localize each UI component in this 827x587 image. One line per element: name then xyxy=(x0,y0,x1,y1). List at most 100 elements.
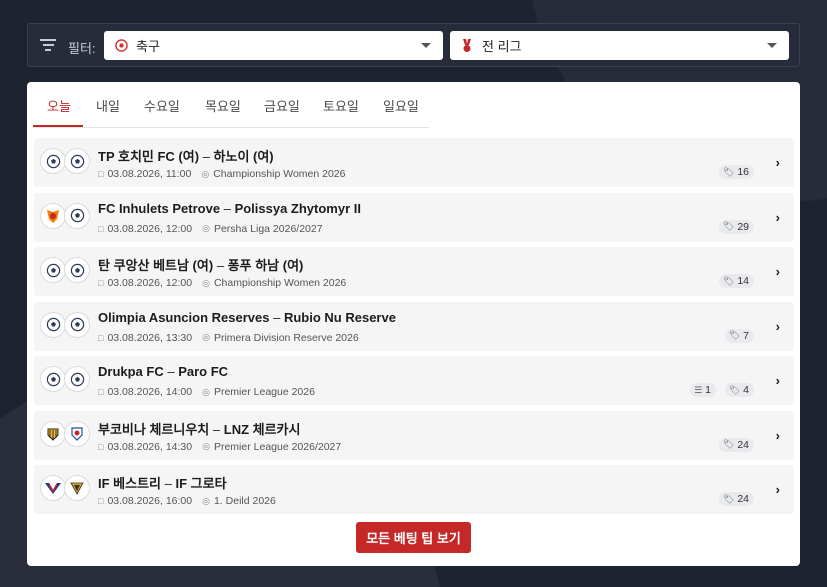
filter-icon[interactable] xyxy=(40,39,56,53)
matches-panel: 오늘 내일 수요일 목요일 금요일 토요일 일요일 TP 호치민 FC (여) … xyxy=(27,82,800,566)
team-crest-icon xyxy=(40,475,66,501)
tips-count: 4 xyxy=(743,384,749,396)
trophy-icon: ◎ xyxy=(202,332,210,342)
home-team: FC Inhulets Petrove xyxy=(98,200,221,216)
match-title[interactable]: 탄 쿠앙산 베트남 (여) – 퐁푸 하남 (여) xyxy=(98,255,303,274)
tips-count: 29 xyxy=(737,220,749,233)
away-team: Paro FC xyxy=(178,364,229,379)
match-datetime: 03.08.2026, 14:30 xyxy=(107,440,193,453)
match-row[interactable]: FC Inhulets Petrove – Polissya Zhytomyr … xyxy=(34,192,794,242)
match-league: Persha Liga 2026/2027 xyxy=(213,222,323,235)
tab-friday[interactable]: 금요일 xyxy=(264,96,300,115)
team-crest-icon xyxy=(64,475,90,501)
match-separator: – xyxy=(164,476,172,491)
match-row[interactable]: IF 베스트리 – IF 그로타 □ 03.08.2026, 16:00 ◎ 1… xyxy=(34,465,794,514)
match-meta: □ 03.08.2026, 16:00 ◎ 1. Deild 2026 xyxy=(98,495,276,507)
chevron-right-icon[interactable]: › xyxy=(776,210,780,225)
tips-count: 24 xyxy=(737,438,749,451)
match-title[interactable]: 부코비나 체르니우치 – LNZ 체르카시 xyxy=(98,419,300,438)
league-select-value: 전 리그 xyxy=(482,39,522,54)
tag-icon: 🏷︎ xyxy=(722,275,735,286)
tab-today[interactable]: 오늘 xyxy=(47,96,71,115)
match-title[interactable]: Drukpa FC – Paro FC xyxy=(98,364,228,379)
home-team: Drukpa FC xyxy=(98,364,164,379)
chevron-right-icon[interactable]: › xyxy=(776,155,780,170)
away-team: Polissya Zhytomyr II xyxy=(234,200,361,216)
home-team: 부코비나 체르니우치 xyxy=(98,421,210,437)
calendar-icon: □ xyxy=(98,278,104,288)
soccer-ball-icon xyxy=(40,148,66,174)
trophy-icon: ◎ xyxy=(202,223,210,233)
active-tab-underline xyxy=(33,125,83,127)
away-team: Rubio Nu Reserve xyxy=(283,309,396,325)
team-logos xyxy=(40,311,96,342)
calendar-icon: □ xyxy=(98,387,104,397)
match-separator: – xyxy=(212,421,221,437)
league-select[interactable]: 전 리그 xyxy=(450,31,789,60)
chevron-right-icon[interactable]: › xyxy=(776,482,780,497)
tips-count-badge: 🏷︎ 7 xyxy=(724,328,754,343)
match-title[interactable]: FC Inhulets Petrove – Polissya Zhytomyr … xyxy=(98,201,361,216)
match-row[interactable]: TP 호치민 FC (여) – 하노이 (여) □ 03.08.2026, 11… xyxy=(34,138,794,187)
match-datetime: 03.08.2026, 11:00 xyxy=(107,168,192,180)
match-datetime: 03.08.2026, 13:30 xyxy=(107,331,193,344)
team-logos xyxy=(40,475,96,505)
chevron-right-icon[interactable]: › xyxy=(776,319,780,334)
trophy-icon: ◎ xyxy=(202,441,210,451)
match-meta: □ 03.08.2026, 14:30 ◎ Premier League 202… xyxy=(98,441,341,453)
tab-thursday[interactable]: 목요일 xyxy=(205,96,241,115)
match-datetime: 03.08.2026, 14:00 xyxy=(107,386,193,398)
match-row[interactable]: 탄 쿠앙산 베트남 (여) – 퐁푸 하남 (여) □ 03.08.2026, … xyxy=(34,247,794,296)
home-team: IF 베스트리 xyxy=(98,476,162,491)
soccer-ball-icon xyxy=(64,202,90,229)
tab-wednesday[interactable]: 수요일 xyxy=(144,96,180,115)
view-all-tips-button[interactable]: 모든 베팅 팁 보기 xyxy=(356,522,471,553)
match-meta: □ 03.08.2026, 12:00 ◎ Persha Liga 2026/2… xyxy=(98,223,323,235)
sport-select-value: 축구 xyxy=(136,39,160,54)
match-league: 1. Deild 2026 xyxy=(213,495,276,507)
tips-count-badge: 🏷︎ 24 xyxy=(718,492,754,506)
chevron-right-icon[interactable]: › xyxy=(776,428,780,443)
team-logos xyxy=(40,420,96,451)
match-title[interactable]: IF 베스트리 – IF 그로타 xyxy=(98,473,227,492)
match-separator: – xyxy=(167,364,175,379)
predictions-count-badge: ☰ 1 xyxy=(690,383,716,397)
trophy-icon: ◎ xyxy=(202,386,210,397)
tips-count-badge: 🏷︎ 29 xyxy=(718,219,754,234)
match-title[interactable]: Olimpia Asuncion Reserves – Rubio Nu Res… xyxy=(98,310,396,325)
match-row[interactable]: Drukpa FC – Paro FC □ 03.08.2026, 14:00 … xyxy=(34,356,794,405)
tips-count-badge: 🏷︎ 14 xyxy=(718,274,754,288)
chevron-right-icon[interactable]: › xyxy=(776,373,780,388)
tag-icon: 🏷︎ xyxy=(722,439,735,449)
sport-select[interactable]: 축구 xyxy=(104,31,443,60)
match-row[interactable]: Olimpia Asuncion Reserves – Rubio Nu Res… xyxy=(34,301,794,351)
home-team: TP 호치민 FC (여) xyxy=(98,149,200,164)
team-logos xyxy=(40,148,96,178)
match-meta: □ 03.08.2026, 12:00 ◎ Championship Women… xyxy=(98,277,346,289)
soccer-ball-icon xyxy=(64,148,90,174)
tab-sunday[interactable]: 일요일 xyxy=(383,96,419,115)
match-league: Championship Women 2026 xyxy=(213,168,346,180)
match-title[interactable]: TP 호치민 FC (여) – 하노이 (여) xyxy=(98,146,274,165)
tips-count-badge: 🏷︎ 24 xyxy=(718,437,754,452)
filter-bar: 필터: 축구 전 리그 xyxy=(27,23,800,67)
calendar-icon: □ xyxy=(98,441,104,452)
away-team: IF 그로타 xyxy=(175,476,227,491)
calendar-icon: □ xyxy=(98,169,104,179)
tab-saturday[interactable]: 토요일 xyxy=(323,96,359,115)
match-datetime: 03.08.2026, 12:00 xyxy=(107,277,193,289)
chevron-right-icon[interactable]: › xyxy=(776,264,780,279)
soccer-ball-icon xyxy=(114,39,128,53)
match-row[interactable]: 부코비나 체르니우치 – LNZ 체르카시 □ 03.08.2026, 14:3… xyxy=(34,410,794,460)
chevron-down-icon xyxy=(421,43,431,48)
team-crest-icon xyxy=(64,420,90,447)
tag-icon: 🏷︎ xyxy=(722,221,735,231)
away-team: 하노이 (여) xyxy=(213,149,274,164)
team-crest-icon xyxy=(40,420,66,447)
match-separator: – xyxy=(223,200,231,216)
trophy-icon: ◎ xyxy=(201,168,210,179)
chevron-down-icon xyxy=(767,43,777,48)
tab-tomorrow[interactable]: 내일 xyxy=(96,96,120,115)
soccer-ball-icon xyxy=(40,257,66,283)
tips-count-badge: 🏷︎ 4 xyxy=(724,383,754,397)
